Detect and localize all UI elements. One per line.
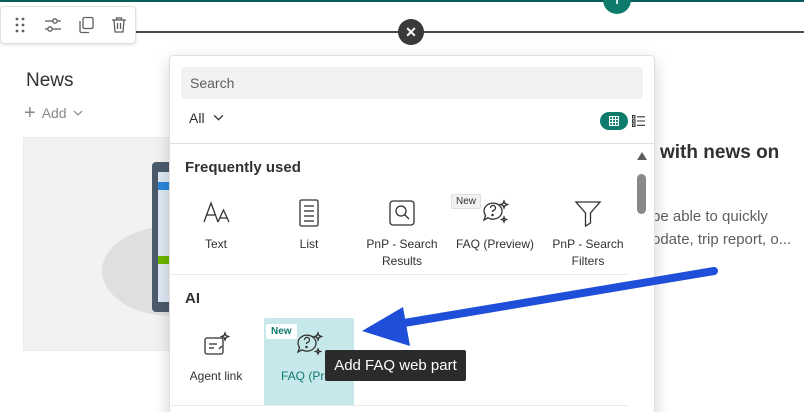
scroll-thumb[interactable] (637, 174, 646, 214)
close-picker-button[interactable]: ✕ (398, 19, 424, 45)
group-title-frequently-used: Frequently used (185, 159, 301, 176)
webpart-tile-pnp-search-filters[interactable]: PnP - Search Filters (543, 186, 633, 274)
news-empty-text-line2: odate, trip report, o... (652, 231, 792, 248)
news-add-button[interactable]: + Add (24, 102, 83, 124)
search-results-icon (387, 198, 417, 228)
agent-link-icon (201, 330, 231, 360)
top-divider (0, 0, 804, 2)
tile-label: PnP - Search Filters (552, 237, 624, 268)
search-box (181, 67, 643, 99)
tile-label: Agent link (189, 369, 243, 383)
chevron-down-icon (73, 105, 83, 121)
scroll-up-arrow-icon[interactable] (637, 152, 647, 160)
filter-icon (573, 198, 603, 228)
category-filter-dropdown[interactable]: All (189, 110, 224, 126)
search-input[interactable] (182, 68, 642, 98)
webpart-tile-text[interactable]: Text (171, 186, 261, 274)
new-badge: New (451, 194, 482, 209)
tile-label: Text (204, 237, 227, 251)
page: + ✕ News + Add with news on be able to q… (0, 0, 804, 412)
list-view-toggle[interactable] (630, 113, 646, 129)
search-divider (170, 143, 654, 144)
list-icon (294, 198, 324, 228)
picker-scrollbar[interactable] (635, 152, 649, 412)
edit-properties-icon[interactable] (36, 7, 69, 43)
drag-handle-icon[interactable] (3, 7, 36, 43)
webpart-tile-pnp-search-results[interactable]: PnP - Search Results (357, 186, 447, 274)
add-section-plus-icon[interactable]: + (603, 0, 631, 14)
news-placeholder-card (23, 137, 173, 351)
chevron-down-icon (213, 110, 224, 126)
tile-label: PnP - Search Results (366, 237, 438, 268)
group-divider (170, 274, 628, 275)
faq-icon (480, 198, 510, 228)
text-icon (201, 198, 231, 228)
webpart-toolbar (0, 6, 136, 44)
grid-view-toggle[interactable] (600, 112, 628, 130)
duplicate-icon[interactable] (69, 7, 102, 43)
webpart-tile-faq-preview[interactable]: New FAQ (Preview) (450, 186, 540, 274)
tooltip: Add FAQ web part (325, 350, 466, 381)
delete-icon[interactable] (102, 7, 135, 43)
news-empty-text-line1: be able to quickly (652, 208, 768, 225)
group-divider (170, 405, 628, 406)
faq-icon (294, 330, 324, 360)
webpart-tile-agent-link[interactable]: Agent link (171, 318, 261, 406)
category-filter-label: All (189, 110, 205, 126)
plus-icon: + (24, 102, 36, 124)
tile-label: FAQ (Preview) (455, 237, 534, 251)
news-add-label: Add (41, 105, 67, 121)
webpart-tile-list[interactable]: List (264, 186, 354, 274)
grid-icon (609, 116, 619, 126)
news-title: News (26, 70, 74, 91)
news-empty-heading: with news on (660, 142, 780, 163)
list-view-icon (631, 115, 645, 127)
group-title-ai: AI (185, 290, 200, 307)
new-badge: New (266, 324, 297, 339)
section-divider (136, 31, 804, 33)
tile-label: List (299, 237, 319, 251)
